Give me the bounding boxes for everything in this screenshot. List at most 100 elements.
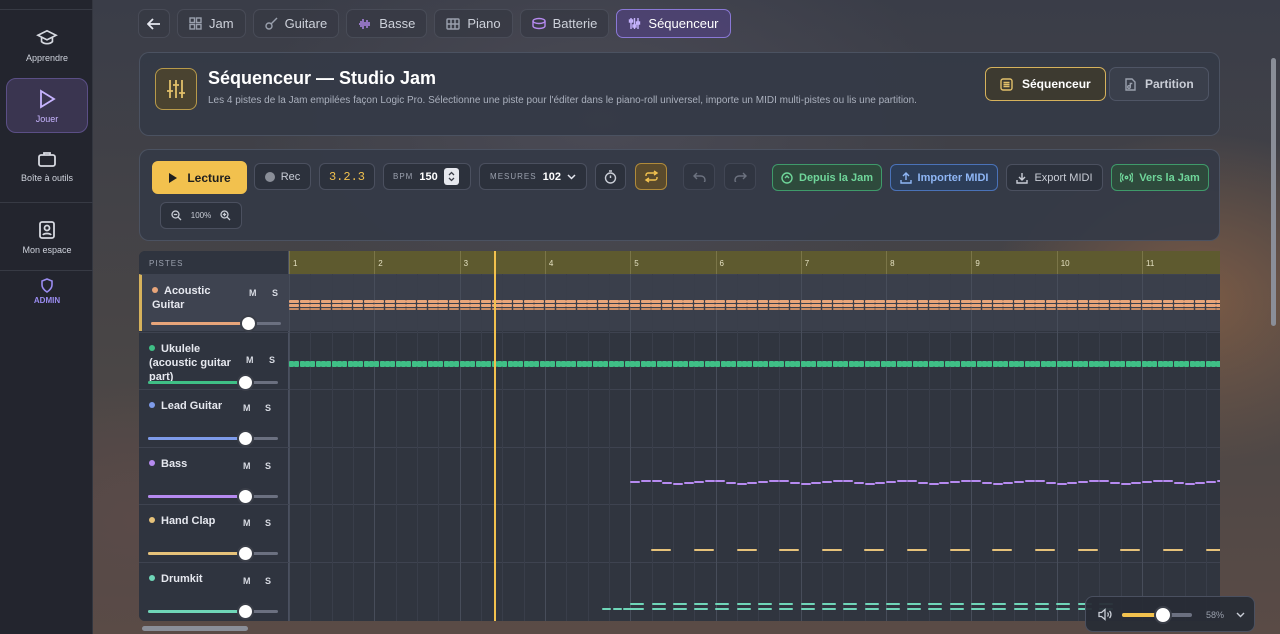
undo-button[interactable] (683, 163, 715, 190)
midi-note[interactable] (1099, 360, 1105, 367)
midi-note[interactable] (502, 300, 513, 303)
midi-note[interactable] (971, 479, 982, 482)
midi-note[interactable] (758, 360, 764, 367)
midi-note[interactable] (544, 308, 555, 310)
chevron-down-icon[interactable] (1236, 612, 1245, 618)
midi-note[interactable] (774, 360, 780, 367)
speaker-icon[interactable] (1098, 608, 1112, 621)
midi-note[interactable] (917, 360, 923, 367)
midi-note[interactable] (1216, 304, 1220, 307)
midi-note[interactable] (331, 304, 342, 307)
midi-note[interactable] (758, 607, 772, 610)
midi-note[interactable] (1067, 308, 1078, 310)
midi-note[interactable] (523, 308, 534, 310)
midi-note[interactable] (726, 360, 732, 367)
midi-note[interactable] (747, 304, 758, 307)
view-sequencer-button[interactable]: Séquenceur (985, 67, 1106, 101)
track-header[interactable]: Lead Guitar M S (139, 389, 289, 447)
midi-note[interactable] (1013, 607, 1028, 610)
midi-note[interactable] (949, 304, 960, 307)
midi-note[interactable] (1195, 300, 1206, 303)
midi-note[interactable] (1184, 300, 1195, 303)
midi-note[interactable] (619, 360, 625, 367)
midi-note[interactable] (672, 482, 683, 485)
midi-note[interactable] (448, 304, 459, 307)
midi-note[interactable] (1173, 308, 1184, 310)
midi-note[interactable] (1056, 607, 1071, 610)
midi-note[interactable] (843, 300, 854, 303)
midi-note[interactable] (336, 360, 342, 367)
midi-note[interactable] (843, 607, 858, 610)
midi-note[interactable] (1056, 602, 1071, 605)
track-volume-slider[interactable] (148, 373, 278, 391)
midi-note[interactable] (1184, 360, 1190, 367)
midi-note[interactable] (1211, 360, 1217, 367)
midi-note[interactable] (1045, 481, 1056, 484)
midi-note[interactable] (768, 360, 774, 367)
midi-note[interactable] (662, 300, 673, 303)
midi-note[interactable] (1163, 360, 1169, 367)
midi-note[interactable] (395, 300, 406, 303)
track-lane[interactable] (289, 446, 1220, 504)
midi-note[interactable] (395, 308, 406, 310)
midi-note[interactable] (694, 607, 709, 610)
midi-note[interactable] (811, 304, 822, 307)
midi-note[interactable] (1067, 481, 1078, 484)
midi-note[interactable] (747, 300, 758, 303)
view-score-button[interactable]: Partition (1109, 67, 1209, 101)
midi-note[interactable] (885, 602, 900, 605)
midi-note[interactable] (768, 308, 779, 310)
midi-note[interactable] (1109, 481, 1120, 484)
midi-note[interactable] (651, 308, 662, 310)
midi-note[interactable] (800, 602, 815, 605)
midi-note[interactable] (1173, 481, 1184, 484)
midi-note[interactable] (534, 360, 540, 367)
midi-note[interactable] (427, 360, 433, 367)
sidebar-item-boite-a-outils[interactable]: Boîte à outils (6, 150, 88, 183)
midi-note[interactable] (352, 300, 363, 303)
midi-note[interactable] (864, 602, 879, 605)
midi-note[interactable] (747, 308, 758, 310)
track-header[interactable]: Hand Clap M S (139, 504, 289, 562)
midi-note[interactable] (886, 480, 897, 483)
midi-note[interactable] (1152, 479, 1163, 482)
midi-note[interactable] (1205, 549, 1220, 551)
midi-note[interactable] (1013, 304, 1024, 307)
midi-note[interactable] (1099, 300, 1110, 303)
midi-note[interactable] (448, 308, 459, 310)
redo-button[interactable] (724, 163, 756, 190)
midi-note[interactable] (289, 304, 299, 307)
midi-note[interactable] (779, 304, 790, 307)
midi-note[interactable] (672, 308, 683, 310)
midi-note[interactable] (949, 549, 970, 551)
midi-note[interactable] (779, 360, 785, 367)
midi-note[interactable] (949, 360, 955, 367)
midi-note[interactable] (624, 360, 630, 367)
midi-note[interactable] (806, 360, 811, 367)
midi-note[interactable] (1216, 308, 1220, 310)
midi-note[interactable] (400, 360, 406, 367)
midi-note[interactable] (683, 308, 694, 310)
midi-note[interactable] (320, 308, 331, 310)
midi-note[interactable] (512, 300, 523, 303)
track-header[interactable]: Acoustic Guitar M S (139, 274, 289, 332)
midi-note[interactable] (853, 308, 864, 310)
midi-note[interactable] (1168, 360, 1174, 367)
midi-note[interactable] (726, 481, 737, 484)
midi-note[interactable] (678, 360, 684, 367)
midi-note[interactable] (1003, 360, 1009, 367)
midi-note[interactable] (438, 300, 449, 303)
midi-note[interactable] (635, 360, 641, 367)
midi-note[interactable] (885, 308, 896, 310)
midi-note[interactable] (1205, 480, 1216, 483)
midi-note[interactable] (475, 360, 481, 367)
midi-note[interactable] (875, 304, 886, 307)
midi-note[interactable] (693, 549, 714, 551)
midi-note[interactable] (1067, 360, 1073, 367)
midi-note[interactable] (1035, 360, 1041, 367)
sidebar-item-admin[interactable]: ADMIN (6, 278, 88, 305)
midi-note[interactable] (571, 360, 577, 367)
master-volume-slider[interactable] (1122, 606, 1192, 624)
midi-note[interactable] (715, 360, 721, 367)
midi-note[interactable] (544, 360, 550, 367)
